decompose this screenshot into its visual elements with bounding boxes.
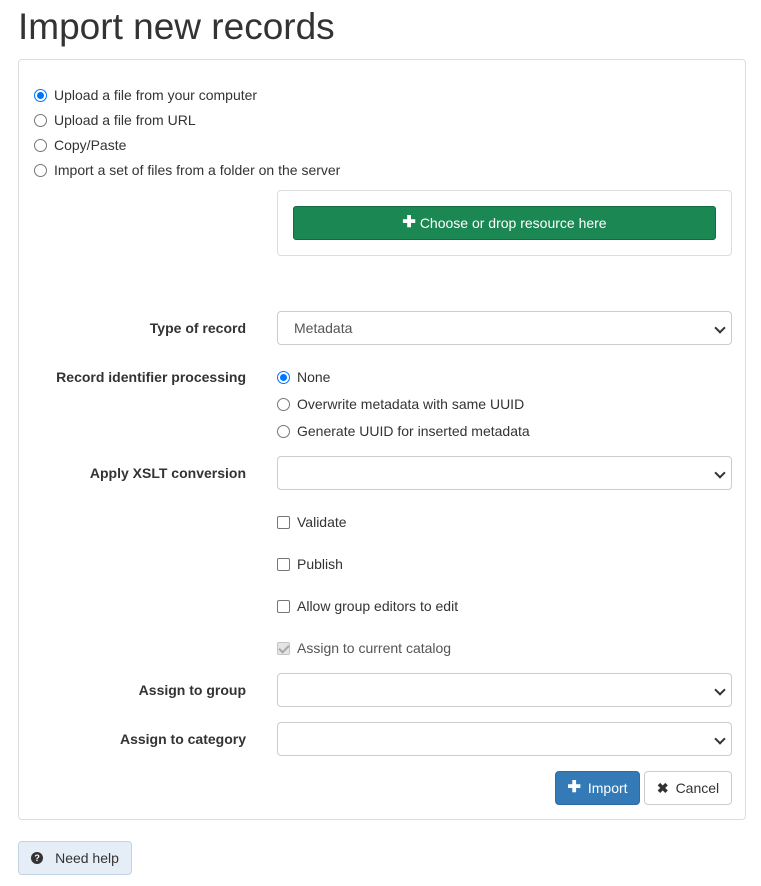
radio-upload-file[interactable] <box>34 88 47 102</box>
plus-icon: ✚ <box>567 779 581 796</box>
page-title: Import new records <box>18 6 335 47</box>
import-button[interactable]: ✚ Import <box>555 771 640 805</box>
assign-group-select[interactable] <box>277 673 732 707</box>
group-editors-option[interactable]: Allow group editors to edit <box>277 596 458 616</box>
radio-identifier-overwrite[interactable] <box>277 397 290 411</box>
radio-server-folder[interactable] <box>34 163 47 177</box>
radio-identifier-generate[interactable] <box>277 424 290 438</box>
assign-category-select[interactable] <box>277 722 732 756</box>
source-option-upload-file[interactable]: Upload a file from your computer <box>34 85 257 105</box>
source-option-label: Upload a file from URL <box>54 112 196 128</box>
current-catalog-label: Assign to current catalog <box>297 640 452 656</box>
group-editors-checkbox[interactable] <box>277 599 290 613</box>
identifier-option-overwrite[interactable]: Overwrite metadata with same UUID <box>277 394 524 414</box>
assign-category-label: Assign to category <box>119 731 246 747</box>
source-option-label: Copy/Paste <box>54 137 127 153</box>
group-editors-label: Allow group editors to edit <box>297 598 459 614</box>
chevron-down-icon <box>714 467 726 479</box>
type-of-record-label: Type of record <box>149 320 246 336</box>
identifier-option-label: Overwrite metadata with same UUID <box>297 396 525 412</box>
type-of-record-value: Metadata <box>294 320 353 336</box>
validate-label: Validate <box>297 514 347 530</box>
source-option-copy-paste[interactable]: Copy/Paste <box>34 135 126 155</box>
assign-group-label: Assign to group <box>138 682 246 698</box>
choose-resource-button[interactable]: ✚ Choose or drop resource here <box>293 206 716 240</box>
need-help-button[interactable]: ? Need help <box>18 841 132 875</box>
cancel-label: Cancel <box>675 780 720 796</box>
current-catalog-option: Assign to current catalog <box>277 638 451 658</box>
publish-checkbox[interactable] <box>277 557 290 571</box>
import-label: Import <box>587 780 628 796</box>
source-option-server-folder[interactable]: Import a set of files from a folder on t… <box>34 160 340 180</box>
choose-resource-label: Choose or drop resource here <box>419 215 607 231</box>
chevron-down-icon <box>714 733 726 745</box>
current-catalog-checkbox <box>277 641 290 655</box>
identifier-option-none[interactable]: None <box>277 367 330 387</box>
validate-checkbox[interactable] <box>277 515 290 529</box>
xslt-select[interactable] <box>277 456 732 490</box>
chevron-down-icon <box>714 684 726 696</box>
identifier-option-generate[interactable]: Generate UUID for inserted metadata <box>277 421 530 441</box>
identifier-processing-label: Record identifier processing <box>56 369 246 385</box>
xslt-label: Apply XSLT conversion <box>89 465 246 481</box>
close-icon: ✖ <box>656 779 669 796</box>
radio-identifier-none[interactable] <box>277 370 290 384</box>
identifier-option-label: Generate UUID for inserted metadata <box>297 423 530 439</box>
radio-copy-paste[interactable] <box>34 138 47 152</box>
plus-icon: ✚ <box>402 214 416 231</box>
source-option-label: Import a set of files from a folder on t… <box>54 162 341 178</box>
validate-option[interactable]: Validate <box>277 512 347 532</box>
chevron-down-icon <box>714 322 726 334</box>
publish-option[interactable]: Publish <box>277 554 343 574</box>
need-help-label: Need help <box>55 850 119 866</box>
publish-label: Publish <box>297 556 343 572</box>
source-option-label: Upload a file from your computer <box>54 87 258 103</box>
radio-url[interactable] <box>34 113 47 127</box>
cancel-button[interactable]: ✖ Cancel <box>644 771 732 805</box>
type-of-record-select[interactable]: Metadata <box>277 311 732 345</box>
identifier-option-label: None <box>297 369 331 385</box>
question-circle-icon: ? <box>31 852 44 864</box>
source-option-url[interactable]: Upload a file from URL <box>34 110 196 130</box>
